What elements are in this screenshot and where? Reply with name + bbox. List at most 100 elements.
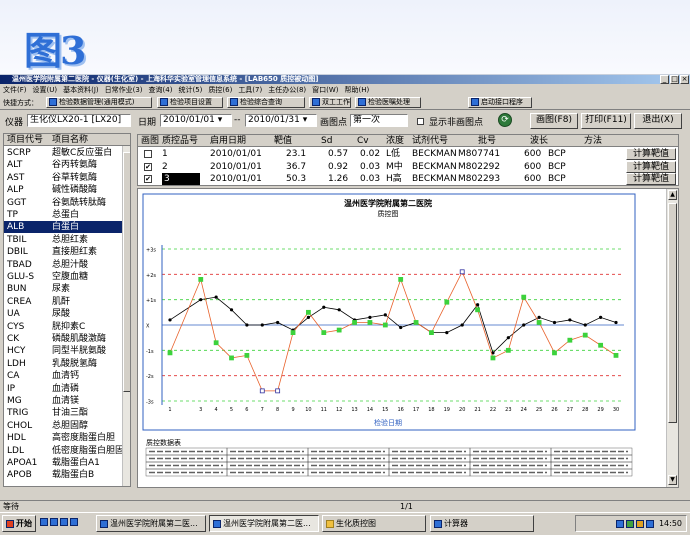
list-item[interactable]: AST 谷草转氨酶 [4,172,122,184]
list-item[interactable]: BUN 尿素 [4,283,122,295]
ie-icon[interactable] [50,517,58,526]
list-item[interactable]: CYS 胱抑素C [4,321,122,333]
menu-item-window[interactable]: 窗口(W) [309,86,341,94]
toolbar-button-query[interactable]: 检验综合查询 [227,97,305,108]
close-button[interactable]: × [680,75,689,84]
toolbar-button-worksheet[interactable]: 双工工作单 [309,97,351,108]
tray-icon[interactable] [616,519,625,528]
menu-item-basic[interactable]: 基本资料(J) [60,86,102,94]
tray-icon[interactable] [636,519,645,528]
minimize-button[interactable]: _ [660,75,669,84]
menu-item-file[interactable]: 文件(F) [0,86,30,94]
menu-item-query[interactable]: 查询(4) [146,86,176,94]
item-code: GGT [7,197,27,208]
list-item[interactable]: APOA1 载脂蛋白A1 [4,457,122,469]
tray-icon[interactable] [646,519,655,528]
list-scroll-thumb[interactable] [123,152,130,392]
list-item[interactable]: TBAD 总胆汁酸 [4,259,122,271]
list-item[interactable]: CA 血清钙 [4,370,122,382]
task-hospital-2[interactable]: 温州医学院附属第二医... [209,515,319,532]
list-item[interactable]: CREA 肌酐 [4,296,122,308]
menu-item-daily[interactable]: 日常作业(3) [102,86,146,94]
media-icon[interactable] [70,517,78,526]
list-item[interactable]: SCRP 超敏C反应蛋白 [4,147,122,159]
instrument-select[interactable]: 生化仪LX20-1 [LX20] [27,114,131,127]
data-point [290,330,296,336]
calc-target-button[interactable]: 计算靶值 [626,173,676,185]
list-item[interactable]: APOB 载脂蛋白B [4,469,122,481]
list-item[interactable]: HDL 高密度脂蛋白胆 [4,432,122,444]
list-item[interactable]: TBIL 总胆红素 [4,234,122,246]
list-item[interactable]: GGT 谷氨酰转肽酶 [4,197,122,209]
menu-item-director[interactable]: 主任办公(8) [265,86,309,94]
list-item[interactable]: CK 磷酸肌酸激酶 [4,333,122,345]
list-item[interactable]: CHOL 总胆固醇 [4,420,122,432]
draw-checkbox[interactable]: ✔ [144,162,152,171]
menu-item-qc[interactable]: 质控(6) [205,86,235,94]
x-tick-label: 21 [474,407,480,413]
maximize-button[interactable]: □ [670,75,679,84]
qc-row[interactable]: ✔ 3 2010/01/01 50.3 1.26 0.03 H高 BECKMAN M802293… [138,173,628,185]
task-qc-chart[interactable]: 生化质控图 [322,515,426,532]
show-non-plot-checkbox[interactable] [417,117,424,128]
toolbar-button-items[interactable]: 检验项目设置 [157,97,223,108]
list-scrollbar[interactable] [122,146,130,486]
qc-row[interactable]: ✔ 2 2010/01/01 36.7 0.92 0.03 M中 BECKMAN M802292… [138,161,628,173]
tray-icon[interactable] [626,519,635,528]
menu-item-tools[interactable]: 工具(7) [235,86,265,94]
menu-item-help[interactable]: 帮助(H) [342,86,373,94]
y-tick-label: -3s [146,400,154,406]
item-code: IP [7,383,16,394]
list-item[interactable]: ALB 白蛋白 [4,221,122,234]
item-name: 超敏C反应蛋白 [52,148,113,158]
report-scroll-thumb[interactable] [668,203,677,423]
draw-checkbox[interactable] [144,150,152,158]
item-code: HCY [7,346,26,357]
start-button[interactable]: 开始 [2,515,36,532]
qc-cell-target: 23.1 [286,149,307,159]
list-item[interactable]: TRIG 甘油三酯 [4,407,122,419]
list-item[interactable]: ALT 谷丙转氨酶 [4,159,122,171]
list-item[interactable]: ALP 碱性磷酸酶 [4,184,122,196]
data-point [583,323,587,327]
toolbar-button-orders[interactable]: 检验医嘱处理 [355,97,421,108]
date-from-field[interactable]: 2010/01/01 ▾ [160,114,232,127]
item-name: 低密度脂蛋白胆固 [52,445,122,456]
draw-button[interactable]: 画图(F8) [530,113,578,129]
desktop-icon[interactable] [40,517,48,526]
list-item[interactable]: GLU-S 空腹血糖 [4,271,122,283]
list-item[interactable]: MG 血清镁 [4,395,122,407]
menu-item-stats[interactable]: 统计(5) [175,86,205,94]
toolbar-button-data[interactable]: 检验数据管理(通用模式) [46,97,152,108]
task-hospital-1[interactable]: 温州医学院附属第二医... [96,515,206,532]
list-item[interactable]: DBIL 直接胆红素 [4,246,122,258]
quick-launch[interactable] [40,517,92,531]
toolbar-icon [230,98,238,106]
menu-item-settings[interactable]: 设置(U) [30,86,61,94]
calc-target-button[interactable]: 计算靶值 [626,148,676,160]
test-item-list[interactable]: 项目代号 项目名称 SCRP 超敏C反应蛋白 ALT 谷丙转氨酶 AST 谷草转氨酶 ALP… [3,133,131,487]
print-button[interactable]: 打印(F11) [581,113,631,129]
item-name: 乳酸脱氢酶 [52,358,98,369]
list-item[interactable]: IP 血清磷 [4,383,122,395]
qc-row[interactable]: 1 2010/01/01 23.1 0.57 0.02 L低 BECKMAN M807741 6… [138,148,628,160]
exit-button[interactable]: 退出(X) [634,113,682,129]
date-to-field[interactable]: 2010/01/31 ▾ [245,114,317,127]
task-calculator[interactable]: 计算器 [430,515,534,532]
scroll-up-arrow-icon[interactable]: ▲ [668,190,677,200]
scroll-down-arrow-icon[interactable]: ▼ [668,475,677,485]
list-item[interactable]: LDH 乳酸脱氢酶 [4,358,122,370]
list-item[interactable]: TP 总蛋白 [4,209,122,221]
list-item[interactable]: HCY 同型半胱氨酸 [4,345,122,357]
list-item[interactable]: LDL 低密度脂蛋白胆固 [4,445,122,457]
explorer-icon[interactable] [60,517,68,526]
plot-point-select[interactable]: 第一次 [350,114,408,127]
calc-target-button[interactable]: 计算靶值 [626,160,676,173]
list-item[interactable]: UA 尿酸 [4,308,122,320]
report-scrollbar[interactable]: ▲ ▼ [666,189,678,487]
item-name: 谷草转氨酶 [52,172,98,183]
refresh-icon[interactable]: ⟳ [498,113,512,127]
item-name: 血清钙 [52,371,80,382]
start-interface-button[interactable]: 启动接口程序 [468,97,532,108]
draw-checkbox[interactable]: ✔ [144,175,152,183]
